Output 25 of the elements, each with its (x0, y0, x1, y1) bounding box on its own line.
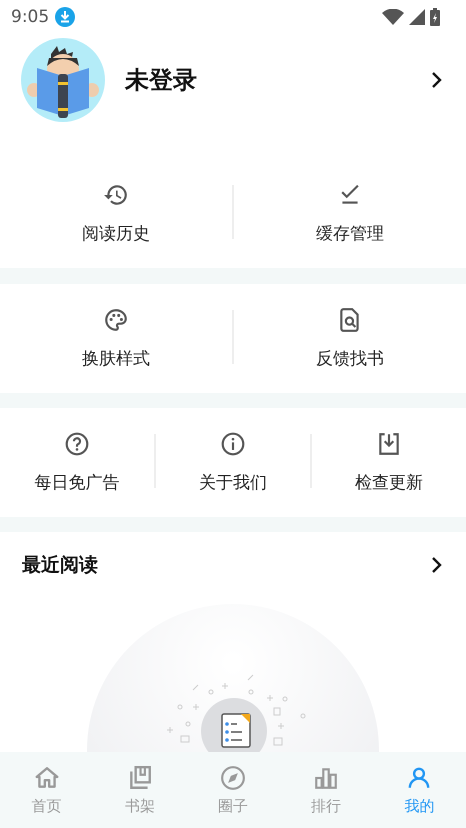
compass-icon (220, 764, 246, 790)
menu-item[interactable]: 阅读历史 (0, 178, 232, 249)
person-icon (406, 764, 432, 790)
recent-reading-header[interactable]: 最近阅读 (0, 532, 466, 598)
download-icon (55, 7, 76, 27)
palette-icon (103, 307, 129, 333)
section-title: 最近阅读 (22, 553, 99, 578)
login-status: 未登录 (125, 65, 198, 96)
status-time: 9:05 (11, 7, 50, 27)
chevron-right-icon (430, 555, 444, 575)
menu-item[interactable]: 每日免广告 (0, 427, 154, 498)
home-icon (34, 764, 60, 790)
menu-item[interactable]: 关于我们 (156, 427, 310, 498)
info-icon (220, 431, 246, 457)
menu-item[interactable]: 检查更新 (312, 427, 466, 498)
wifi-icon (382, 9, 404, 25)
menu-item[interactable]: 反馈找书 (234, 303, 466, 374)
battery-icon (430, 8, 440, 26)
menu-item[interactable]: 缓存管理 (234, 178, 466, 249)
menu-item[interactable]: 换肤样式 (0, 303, 232, 374)
chevron-right-icon (430, 70, 444, 90)
help-icon (64, 431, 90, 457)
signal-icon (409, 9, 425, 25)
profile-row[interactable]: 未登录 (21, 38, 444, 122)
avatar-icon (21, 38, 105, 122)
